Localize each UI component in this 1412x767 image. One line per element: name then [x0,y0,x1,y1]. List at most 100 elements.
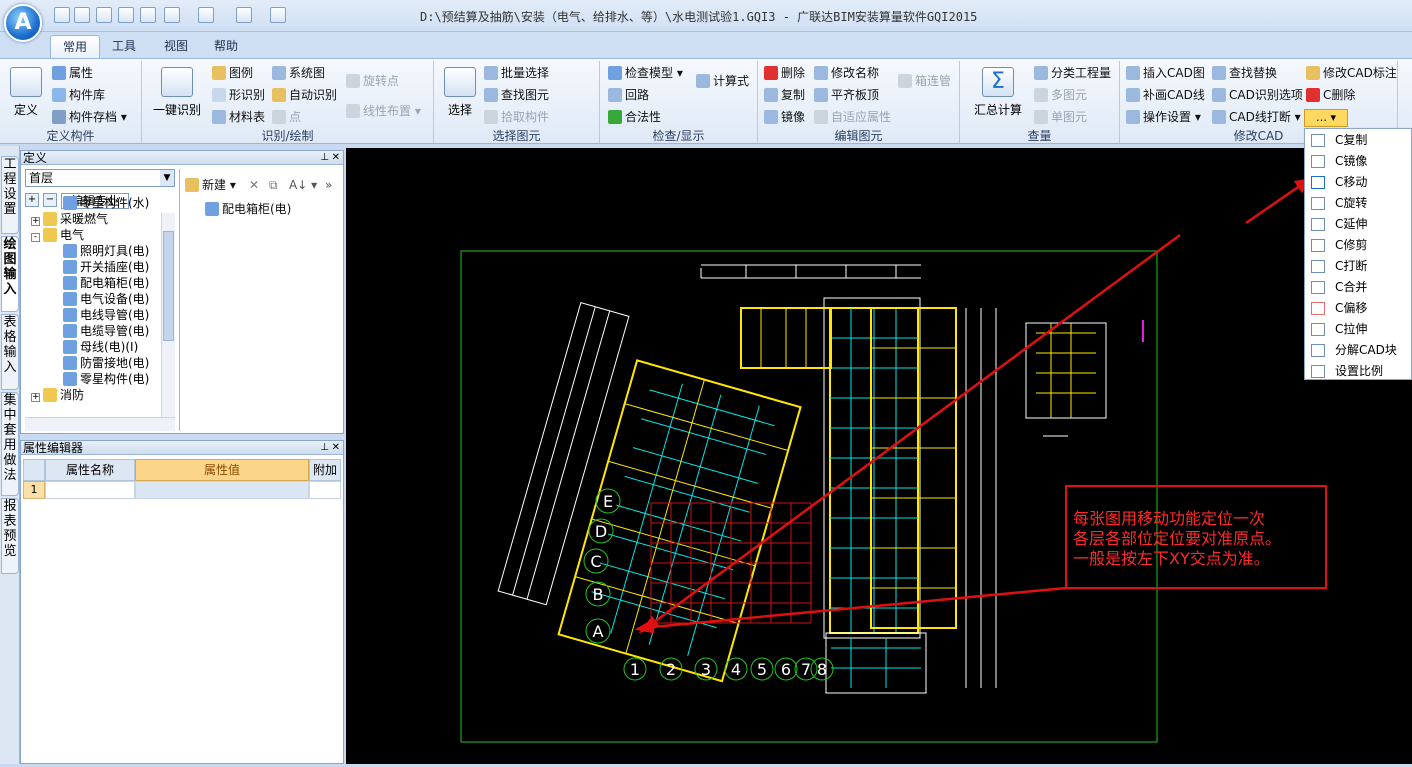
cad-icon[interactable] [118,7,134,23]
copy-component-icon[interactable]: ⧉ [269,177,278,193]
menu-item-trim[interactable]: C修剪 [1305,235,1411,256]
expand-icon[interactable]: + [31,217,40,226]
tab-apply-method[interactable]: 集中套用做法 [1,392,19,496]
delete-component-icon[interactable]: ✕ [249,177,259,193]
operation-settings-button[interactable]: 操作设置 ▾ [1126,109,1201,125]
component-list-item[interactable]: 配电箱柜(电) [205,201,291,217]
select-button[interactable]: 选择 [440,67,480,118]
tab-project-settings[interactable]: 工程设置 [1,156,19,234]
tab-common[interactable]: 常用 [50,35,101,58]
tab-view[interactable]: 视图 [152,35,200,58]
check-model-button[interactable]: 检查模型 ▾ [608,65,683,81]
find-replace-button[interactable]: 查找替换 [1212,65,1277,81]
tree-item[interactable]: 开关插座(电) [63,259,149,275]
loop-button[interactable]: 回路 [608,87,649,103]
sort-icon[interactable]: A↓ ▾ [289,177,317,193]
system-diagram-button[interactable]: 系统图 [272,65,325,81]
validity-button[interactable]: 合法性 [608,109,661,125]
tab-drawing-input[interactable]: 绘图输入 [1,236,19,312]
menu-item-explode[interactable]: 分解CAD块 [1305,340,1411,361]
draw-cad-line-button[interactable]: 补画CAD线 [1126,87,1205,103]
tree-hscrollbar[interactable] [25,417,175,431]
summary-calc-button[interactable]: Σ 汇总计算 [968,67,1028,118]
new-file-icon[interactable] [54,7,70,23]
tab-report-preview[interactable]: 报表预览 [1,498,19,574]
tree-item[interactable]: 照明灯具(电) [63,243,149,259]
close-icon[interactable]: ✕ [332,442,340,453]
one-click-recognize-button[interactable]: 一键识别 [150,67,204,118]
pick-component-button[interactable]: 拾取构件 [484,109,549,125]
menu-item-extend[interactable]: C延伸 [1305,214,1411,235]
property-name-cell[interactable] [45,481,135,499]
property-value-cell[interactable] [135,481,309,499]
new-component-button[interactable]: 新建 ▾ [185,177,236,193]
tab-table-input[interactable]: 表格输入 [1,314,19,390]
tree-folder[interactable]: + 消防 [31,387,84,403]
tree-item[interactable]: 电线导管(电) [63,307,149,323]
tree-item[interactable]: 配电箱柜(电) [63,275,149,291]
collapse-icon[interactable]: - [31,233,40,242]
box-pipe-button[interactable]: 箱连管 [898,73,951,89]
classified-quantity-button[interactable]: 分类工程量 [1034,65,1111,81]
adaptive-props-button[interactable]: 自适应属性 [814,109,891,125]
define-button[interactable]: 定义 [6,67,46,118]
cad-line-break-button[interactable]: CAD线打断 ▾ [1212,109,1301,125]
save-icon[interactable] [96,7,112,23]
more-cad-tools-dropdown[interactable]: … ▾ [1304,109,1348,127]
mirror-button[interactable]: 镜像 [764,109,805,125]
menu-item-stretch[interactable]: C拉伸 [1305,319,1411,340]
insert-cad-button[interactable]: 插入CAD图 [1126,65,1205,81]
cad-recognize-options-button[interactable]: CAD识别选项 [1212,87,1303,103]
tree-folder[interactable]: + 采暖燃气 [31,211,108,227]
find-element-button[interactable]: 查找图元 [484,87,549,103]
open-file-icon[interactable] [74,7,90,23]
tree-folder[interactable]: - 电气 [31,227,84,243]
multi-element-button[interactable]: 多图元 [1034,87,1087,103]
tree-vscrollbar[interactable] [161,213,175,419]
menu-item-break[interactable]: C打断 [1305,256,1411,277]
refresh-icon[interactable] [236,7,252,23]
undo-icon[interactable] [164,7,180,23]
tab-help[interactable]: 帮助 [202,35,250,58]
single-element-button[interactable]: 单图元 [1034,109,1087,125]
menu-item-offset[interactable]: C偏移 [1305,298,1411,319]
material-table-button[interactable]: 材料表 [212,109,265,125]
close-icon[interactable]: ✕ [332,152,340,163]
shape-recognize-button[interactable]: 形识别 [212,87,265,103]
component-lib-button[interactable]: 构件库 [52,87,105,103]
rename-button[interactable]: 修改名称 [814,65,879,81]
auto-recognize-button[interactable]: 自动识别 [272,87,337,103]
menu-item-scale[interactable]: 设置比例 [1305,361,1411,382]
tree-item[interactable]: 电气设备(电) [63,291,149,307]
align-slab-top-button[interactable]: 平齐板顶 [814,87,879,103]
batch-select-button[interactable]: 批量选择 [484,65,549,81]
app-menu-button[interactable]: A [4,4,42,42]
tree-item[interactable]: 防雷接地(电) [63,355,149,371]
modify-cad-label-button[interactable]: 修改CAD标注 [1306,65,1397,81]
rotate-point-button[interactable]: 旋转点 [346,73,399,89]
cad-canvas[interactable]: EDCBA 1 2 3 45678 [346,148,1412,764]
view-icon[interactable] [270,7,286,23]
delete-button[interactable]: 删除 [764,65,805,81]
legend-button[interactable]: 图例 [212,65,253,81]
more-icon[interactable]: » [325,177,332,193]
tree-item[interactable]: 零星构件(水) [63,195,149,211]
pin-icon[interactable]: ⊥ [320,152,329,163]
tree-item[interactable]: 母线(电)(I) [63,339,138,355]
redo-icon[interactable] [198,7,214,23]
tree-item[interactable]: 零星构件(电) [63,371,149,387]
expand-icon[interactable]: + [31,393,40,402]
menu-item-copy[interactable]: C复制 [1305,130,1411,151]
tree-item[interactable]: 电缆导管(电) [63,323,149,339]
point-button[interactable]: 点 [272,109,301,125]
formula-button[interactable]: 计算式 [696,73,749,89]
extra-cell[interactable] [309,481,341,499]
menu-item-mirror[interactable]: C镜像 [1305,151,1411,172]
linear-layout-button[interactable]: 线性布置 ▾ [346,103,421,119]
pin-icon[interactable]: ⊥ [320,442,329,453]
export-icon[interactable] [140,7,156,23]
component-save-button[interactable]: 构件存档 ▾ [52,109,127,125]
menu-item-rotate[interactable]: C旋转 [1305,193,1411,214]
menu-item-merge[interactable]: C合并 [1305,277,1411,298]
floor-select[interactable]: 首层 ▼ [25,169,175,187]
